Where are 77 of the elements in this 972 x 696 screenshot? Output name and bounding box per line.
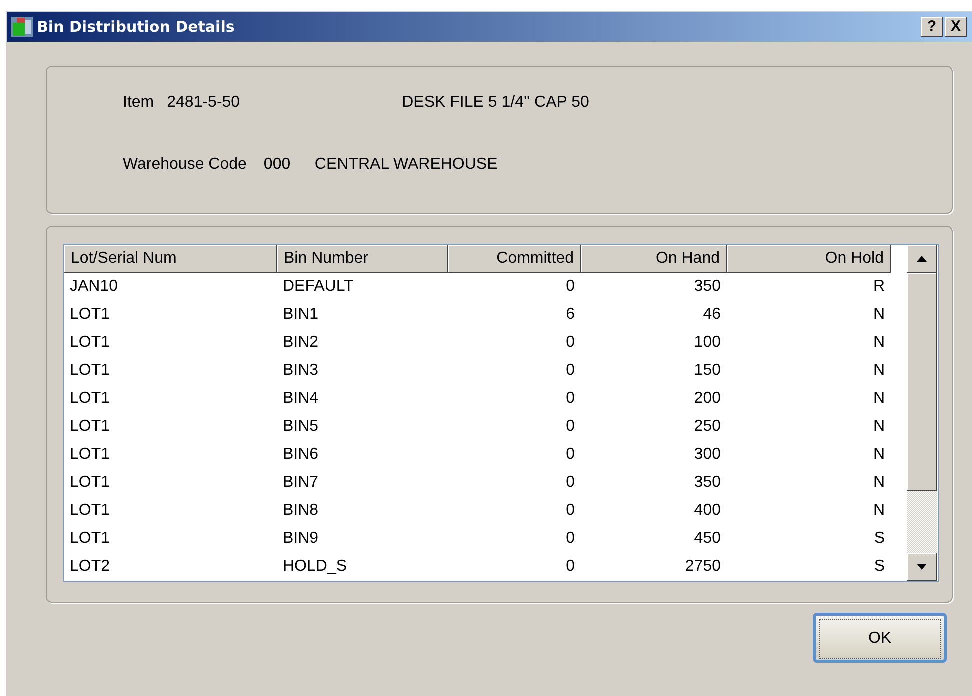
table-cell-text: BIN2	[282, 333, 320, 353]
table-cell-text: 400	[693, 501, 722, 521]
table-cell-text: 350	[693, 473, 722, 493]
up-arrow-icon	[917, 256, 927, 262]
scroll-down-button[interactable]	[907, 553, 937, 581]
ok-button[interactable]: OK	[813, 613, 947, 663]
table-cell-text: BIN4	[282, 389, 320, 409]
item-code: 2481-5-50	[167, 94, 242, 112]
table-cell-text: 6	[565, 305, 576, 325]
window-title: Bin Distribution Details	[37, 18, 236, 36]
table-cell-text: 450	[693, 529, 722, 549]
table-cell-text: N	[872, 305, 886, 325]
table-cell-text: BIN8	[282, 501, 320, 521]
table-cell-text: LOT1	[69, 445, 112, 465]
table-cell-text: 0	[565, 501, 576, 521]
app-icon	[11, 17, 33, 37]
scrollbar[interactable]	[907, 245, 937, 581]
table-cell-text: R	[872, 277, 886, 297]
table-cell-text: BIN3	[282, 361, 320, 381]
table-cell-text: 0	[565, 277, 576, 297]
warehouse-label: Warehouse Code	[123, 156, 247, 174]
table-cell-text: N	[872, 361, 886, 381]
table-cell-text: N	[872, 473, 886, 493]
table-cell-text: 0	[565, 445, 576, 465]
table-cell-text: LOT1	[69, 473, 112, 493]
column-header[interactable]: On Hold	[727, 245, 891, 273]
table-cell-text: 0	[565, 473, 576, 493]
table-cell-text: LOT1	[69, 361, 112, 381]
table-cell-text: N	[872, 389, 886, 409]
table-cell-text: LOT1	[69, 389, 112, 409]
table-cell-text: 250	[693, 417, 722, 437]
table-cell-text: 0	[565, 529, 576, 549]
table-cell-text: BIN6	[282, 445, 320, 465]
item-label: Item	[123, 94, 154, 112]
table-cell-text: JAN10	[69, 277, 120, 297]
table-cell-text: 46	[702, 305, 722, 325]
close-button[interactable]: X	[945, 17, 967, 37]
table-cell-text: 0	[565, 417, 576, 437]
table-cell-text: LOT1	[69, 333, 112, 353]
down-arrow-icon	[917, 564, 927, 570]
table-cell-text: BIN5	[282, 417, 320, 437]
scroll-thumb[interactable]	[907, 273, 937, 491]
table-cell-text: DEFAULT	[282, 277, 355, 297]
item-description: DESK FILE 5 1/4'' CAP 50	[402, 94, 590, 112]
table-cell-text: 150	[693, 361, 722, 381]
table-cell-text: 0	[565, 389, 576, 409]
column-header[interactable]: Lot/Serial Num	[64, 245, 277, 273]
warehouse-code: 000	[264, 156, 292, 174]
table-cell-text: BIN7	[282, 473, 320, 493]
table-cell-text: N	[872, 333, 886, 353]
table-cell-text: S	[873, 529, 886, 549]
table-cell-text: HOLD_S	[282, 557, 348, 577]
table-cell-text: 0	[565, 557, 576, 577]
column-header[interactable]: On Hand	[581, 245, 727, 273]
table-cell-text: 350	[693, 277, 722, 297]
table-cell-text: 2750	[684, 557, 722, 577]
table-cell-text: LOT1	[69, 305, 112, 325]
table-cell-text: BIN9	[282, 529, 320, 549]
table-cell-text: 200	[693, 389, 722, 409]
table-cell-text: N	[872, 417, 886, 437]
column-header[interactable]: Committed	[448, 245, 581, 273]
column-header[interactable]: Bin Number	[277, 245, 448, 273]
table-cell-text: S	[873, 557, 886, 577]
scroll-up-button[interactable]	[907, 245, 937, 273]
table-cell-text: BIN1	[282, 305, 320, 325]
table-cell-text: 300	[693, 445, 722, 465]
table-cell-text: LOT1	[69, 501, 112, 521]
table-cell-text: N	[872, 445, 886, 465]
table-cell-text: N	[872, 501, 886, 521]
table-cell-text: LOT2	[69, 557, 112, 577]
warehouse-description: CENTRAL WAREHOUSE	[314, 156, 498, 174]
table-cell-text: 0	[565, 361, 576, 381]
table-cell-text: 100	[693, 333, 722, 353]
table-cell-text: 0	[565, 333, 576, 353]
table-cell-text: LOT1	[69, 529, 112, 549]
help-button[interactable]: ?	[921, 17, 943, 37]
table-cell-text: LOT1	[69, 417, 112, 437]
